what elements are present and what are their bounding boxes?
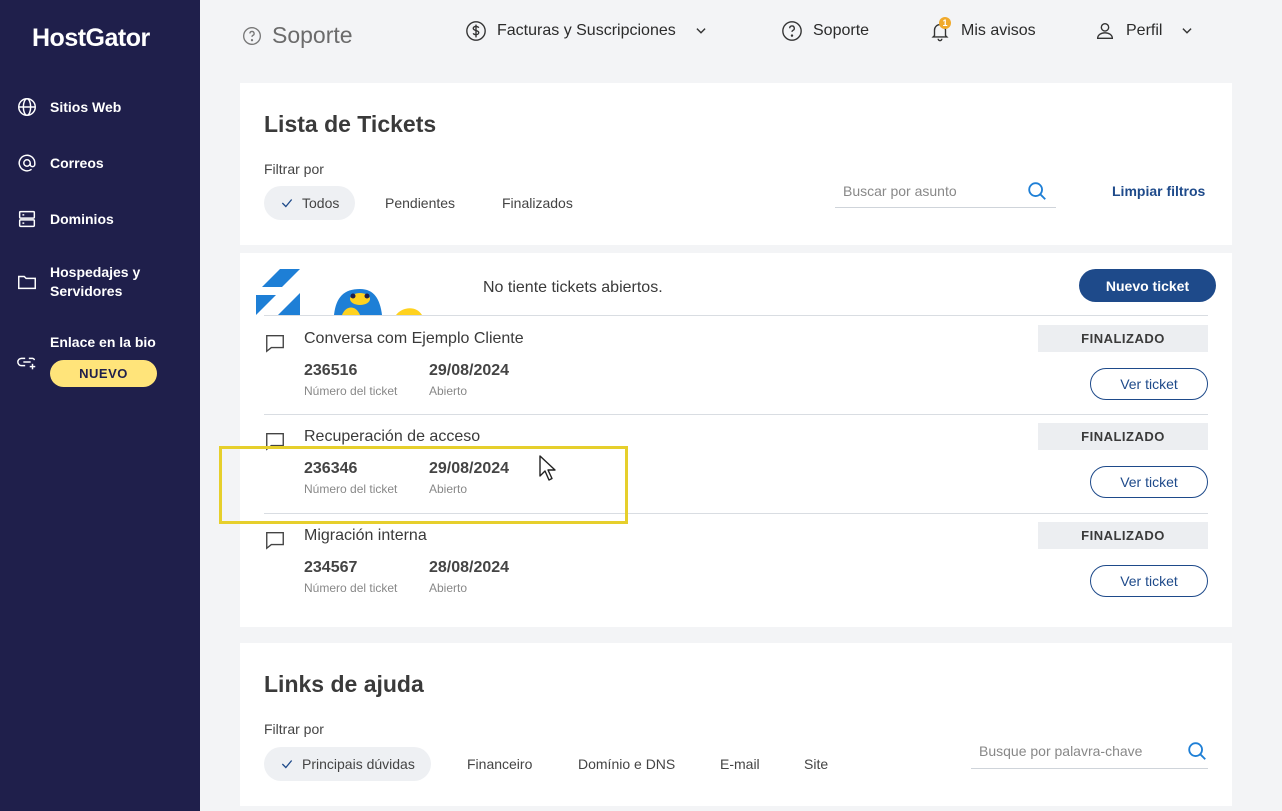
sidebar-item-label: Sitios Web [50, 98, 122, 115]
help-search [971, 733, 1208, 769]
sidebar: HostGator Sitios Web Correos Dominios Ho… [0, 0, 200, 811]
mouse-cursor-icon [539, 455, 556, 481]
check-icon [281, 199, 293, 208]
profile-menu[interactable]: Perfil [1094, 20, 1194, 42]
tickets-card-title: Lista de Tickets [264, 111, 437, 137]
ticket-search-input[interactable] [843, 183, 1013, 199]
ticket-subject: Recuperación de acceso [304, 428, 481, 445]
globe-icon [18, 98, 36, 116]
chat-bubble-icon [266, 531, 284, 550]
help-filter-site[interactable]: Site [804, 747, 828, 781]
view-ticket-button[interactable]: Ver ticket [1090, 466, 1208, 498]
filter-chip-label: Finalizados [502, 195, 573, 211]
clear-filters-link[interactable]: Limpiar filtros [1112, 183, 1205, 199]
status-badge: FINALIZADO [1038, 522, 1208, 549]
ticket-row: Conversa com Ejemplo Cliente 236516 Núme… [240, 316, 1232, 415]
ticket-date: 28/08/2024 [429, 559, 510, 576]
ticket-subject: Conversa com Ejemplo Cliente [304, 330, 524, 347]
support-link[interactable]: Soporte [781, 20, 869, 42]
filter-chip-label: Domínio e DNS [578, 756, 676, 772]
filter-chip-pendientes[interactable]: Pendientes [385, 186, 455, 220]
notification-count-badge: 1 [939, 17, 951, 29]
filter-chip-label: Site [804, 756, 829, 772]
at-icon [18, 154, 36, 172]
sidebar-item-label: Enlace en la bio [50, 334, 156, 350]
check-icon [281, 760, 293, 769]
sidebar-item-dominios[interactable]: Dominios [16, 208, 114, 230]
status-badge: FINALIZADO [1038, 325, 1208, 352]
page-title-text: Soporte [272, 22, 353, 48]
brand-logo[interactable]: HostGator [32, 24, 150, 53]
highlight-box [219, 446, 628, 524]
sidebar-item-label: Hospedajes y Servidores [50, 264, 141, 299]
profile-label: Perfil [1126, 22, 1163, 39]
new-ticket-button[interactable]: Nuevo ticket [1079, 269, 1216, 302]
new-badge: NUEVO [50, 360, 157, 387]
chat-bubble-icon [266, 334, 284, 353]
filter-chip-finalizados[interactable]: Finalizados [502, 186, 573, 220]
help-filter-dominio-dns[interactable]: Domínio e DNS [578, 747, 675, 781]
support-label: Soporte [813, 22, 870, 39]
ticket-search [835, 175, 1056, 208]
view-ticket-button[interactable]: Ver ticket [1090, 565, 1208, 597]
server-icon [18, 210, 36, 228]
ticket-number: 236516 [304, 362, 358, 379]
search-icon[interactable] [1026, 180, 1048, 202]
sidebar-item-sitios-web[interactable]: Sitios Web [16, 96, 121, 118]
filter-chip-todos[interactable]: Todos [264, 186, 356, 220]
user-icon [1096, 22, 1114, 40]
help-filter-principais[interactable]: Principais dúvidas [264, 747, 431, 781]
help-filter-email[interactable]: E-mail [720, 747, 760, 781]
sidebar-item-correos[interactable]: Correos [16, 152, 104, 174]
ticket-date: 29/08/2024 [429, 362, 510, 379]
billing-label: Facturas y Suscripciones [497, 22, 676, 39]
help-card-title: Links de ajuda [264, 671, 424, 697]
ticket-number-label: Número del ticket [304, 384, 398, 398]
search-icon[interactable] [1186, 740, 1208, 762]
notifications-label: Mis avisos [961, 22, 1036, 39]
ticket-number: 234567 [304, 559, 358, 576]
sidebar-item-label: Correos [50, 154, 104, 171]
ticket-number-label: Número del ticket [304, 581, 398, 595]
bell-icon: 1 [929, 17, 951, 42]
notifications-link[interactable]: 1 Mis avisos [929, 17, 1036, 42]
sidebar-item-hospedajes[interactable]: Hospedajes y Servidores [16, 263, 156, 301]
folder-icon [18, 275, 36, 290]
billing-menu[interactable]: Facturas y Suscripciones [465, 20, 708, 42]
question-circle-icon [782, 21, 802, 41]
chevron-down-icon [1182, 28, 1193, 34]
help-links-card: Links de ajuda Filtrar por Principais dú… [240, 643, 1232, 806]
tickets-list-card: No tiente tickets abiertos. Nuevo ticket… [240, 253, 1232, 627]
ticket-date-label: Abierto [429, 581, 468, 595]
filter-chip-label: Todos [302, 195, 340, 211]
status-badge: FINALIZADO [1038, 423, 1208, 450]
sidebar-item-label: Dominios [50, 210, 114, 227]
empty-tickets-message: No tiente tickets abiertos. [483, 279, 663, 296]
filter-label: Filtrar por [264, 721, 324, 737]
ticket-subject: Migración interna [304, 527, 427, 544]
filter-chip-label: Principais dúvidas [302, 756, 415, 772]
dollar-circle-icon [466, 21, 486, 41]
question-circle-icon [243, 26, 261, 45]
view-ticket-button[interactable]: Ver ticket [1090, 368, 1208, 400]
help-filter-financeiro[interactable]: Financeiro [467, 747, 532, 781]
ticket-date-label: Abierto [429, 384, 468, 398]
page-title: Soporte [242, 22, 353, 49]
tickets-filter-card: Lista de Tickets Filtrar por Todos Pendi… [240, 83, 1232, 245]
ticket-row: Migración interna 234567 Número del tick… [240, 513, 1232, 612]
filter-chip-label: E-mail [720, 756, 760, 772]
link-icon [17, 357, 36, 370]
filter-label: Filtrar por [264, 161, 324, 177]
mascot-illustration [256, 269, 422, 315]
filter-chip-label: Pendientes [385, 195, 456, 211]
help-search-input[interactable] [979, 742, 1169, 759]
chevron-down-icon [696, 28, 706, 34]
filter-chip-label: Financeiro [467, 756, 533, 772]
